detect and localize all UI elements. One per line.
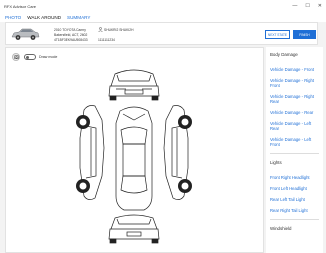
vehicle-name: 2010 TOYOTA Camry bbox=[54, 28, 86, 32]
light-link-rear-left[interactable]: Rear Left Tail Light bbox=[270, 197, 319, 202]
rear-view-outline bbox=[108, 214, 160, 244]
body-link-left-front[interactable]: Vehicle Damage - Left Front bbox=[270, 137, 319, 147]
car-thumbnail bbox=[11, 28, 40, 40]
light-link-front-right[interactable]: Front Right Headlight bbox=[270, 175, 319, 180]
close-icon[interactable]: ✕ bbox=[318, 3, 322, 9]
body-link-rear[interactable]: Vehicle Damage - Rear bbox=[270, 110, 319, 115]
maximize-icon[interactable]: ☐ bbox=[305, 3, 309, 9]
finish-button[interactable]: FINISH bbox=[293, 30, 316, 39]
lights-heading: Lights bbox=[270, 160, 282, 165]
owner-name: SHUKRI2 SHUKI2H bbox=[104, 28, 134, 32]
light-link-front-left[interactable]: Front Left Headlight bbox=[270, 186, 319, 191]
body-link-left-rear[interactable]: Vehicle Damage - Left Rear bbox=[270, 121, 319, 131]
body-damage-heading: Body Damage bbox=[270, 52, 298, 57]
body-link-front[interactable]: Vehicle Damage - Front bbox=[270, 67, 319, 72]
owner-phone: 1111111234 bbox=[98, 38, 115, 42]
body-link-right-front[interactable]: Vehicle Damage - Right Front bbox=[270, 78, 319, 88]
divider bbox=[270, 219, 319, 220]
tab-summary[interactable]: SUMMARY bbox=[67, 15, 90, 20]
tab-bar: PHOTO WALK AROUND SUMMARY bbox=[0, 12, 326, 22]
tab-walk-around[interactable]: WALK AROUND bbox=[27, 15, 61, 20]
title-bar: RFX Advisor Care — ☐ ✕ bbox=[0, 0, 326, 12]
damage-side-panel: Body Damage Vehicle Damage - Front Vehic… bbox=[266, 47, 323, 253]
windshield-heading: Windshield bbox=[270, 226, 292, 231]
vehicle-diagram[interactable] bbox=[6, 48, 263, 252]
body-link-right-rear[interactable]: Vehicle Damage - Right Rear bbox=[270, 94, 319, 104]
vehicle-vin: 4T1BF3EK9AU508433 bbox=[54, 38, 88, 42]
front-view-outline bbox=[108, 69, 160, 101]
light-link-rear-right[interactable]: Rear Right Tail Light bbox=[270, 208, 319, 213]
divider bbox=[270, 153, 319, 154]
next-state-button[interactable]: NEXT STATE bbox=[265, 30, 290, 39]
user-icon bbox=[98, 27, 103, 32]
vehicle-location: Bakersfield, ACT, 2602 bbox=[54, 33, 88, 37]
vehicle-info-card: 2010 TOYOTA Camry Bakersfield, ACT, 2602… bbox=[5, 22, 318, 45]
tab-photo[interactable]: PHOTO bbox=[5, 15, 21, 20]
walkaround-canvas[interactable]: Draw mode bbox=[5, 47, 264, 253]
minimize-icon[interactable]: — bbox=[292, 3, 297, 9]
window-title: RFX Advisor Care bbox=[4, 3, 37, 9]
top-view-outline bbox=[115, 106, 153, 211]
